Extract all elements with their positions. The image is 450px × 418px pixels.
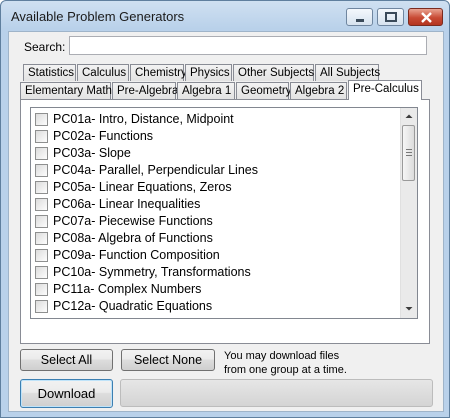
- list-item-label: PC07a- Piecewise Functions: [53, 214, 213, 228]
- tab-elementary-math[interactable]: Elementary Math: [20, 82, 112, 99]
- list-item-label: PC01a- Intro, Distance, Midpoint: [53, 112, 234, 126]
- checkbox[interactable]: [35, 249, 48, 262]
- checkbox[interactable]: [35, 113, 48, 126]
- tab-other-subjects[interactable]: Other Subjects: [233, 64, 314, 81]
- tab-statistics[interactable]: Statistics: [23, 64, 76, 81]
- list-item[interactable]: PC02a- Functions: [33, 128, 405, 145]
- download-note: You may download files from one group at…: [224, 349, 394, 377]
- list-item-label: PC04a- Parallel, Perpendicular Lines: [53, 163, 258, 177]
- title-bar[interactable]: Available Problem Generators: [1, 1, 449, 31]
- vertical-scrollbar[interactable]: [400, 108, 417, 318]
- download-button[interactable]: Download: [20, 379, 113, 408]
- list-item-label: PC05a- Linear Equations, Zeros: [53, 180, 232, 194]
- list-item-label: PC03a- Slope: [53, 146, 131, 160]
- note-line-1: You may download files: [224, 350, 340, 362]
- checkbox[interactable]: [35, 283, 48, 296]
- scrollbar-thumb[interactable]: [402, 125, 415, 181]
- checkbox[interactable]: [35, 300, 48, 313]
- list-item[interactable]: PC11a- Complex Numbers: [33, 281, 405, 298]
- close-icon: [421, 12, 432, 23]
- grip-line: [406, 152, 412, 153]
- checkbox[interactable]: [35, 164, 48, 177]
- grip-line: [406, 149, 412, 150]
- window-title: Available Problem Generators: [11, 9, 185, 24]
- list-item[interactable]: PC12a- Quadratic Equations: [33, 298, 405, 315]
- note-line-2: from one group at a time.: [224, 364, 347, 376]
- checkbox[interactable]: [35, 232, 48, 245]
- scroll-down-button[interactable]: [401, 301, 417, 317]
- tab-algebra-2[interactable]: Algebra 2: [290, 82, 347, 99]
- tab-chemistry[interactable]: Chemistry: [130, 64, 187, 81]
- list-item[interactable]: PC05a- Linear Equations, Zeros: [33, 179, 405, 196]
- list-item[interactable]: PC04a- Parallel, Perpendicular Lines: [33, 162, 405, 179]
- tab-calculus[interactable]: Calculus: [77, 64, 129, 81]
- grip-line: [406, 155, 412, 156]
- chevron-down-icon: [405, 307, 413, 311]
- app-window: Available Problem Generators Search: Sta…: [0, 0, 450, 418]
- select-all-button[interactable]: Select All: [20, 349, 113, 371]
- list-item[interactable]: PC10a- Symmetry, Transformations: [33, 264, 405, 281]
- list-item[interactable]: PC03a- Slope: [33, 145, 405, 162]
- list-item-label: PC02a- Functions: [53, 129, 154, 143]
- dialog-body: Search: Statistics Calculus Chemistry Ph…: [8, 31, 444, 412]
- close-button[interactable]: [408, 8, 443, 26]
- tab-geometry[interactable]: Geometry: [236, 82, 292, 99]
- search-label: Search:: [24, 40, 66, 54]
- minimize-button[interactable]: [346, 8, 373, 26]
- tab-physics[interactable]: Physics: [185, 64, 232, 81]
- list-item[interactable]: PC06a- Linear Inequalities: [33, 196, 405, 213]
- list-item[interactable]: PC01a- Intro, Distance, Midpoint: [33, 111, 405, 128]
- tab-all-subjects[interactable]: All Subjects: [315, 64, 380, 81]
- search-input[interactable]: [69, 36, 427, 55]
- tab-pre-algebra[interactable]: Pre-Algebra: [112, 82, 178, 99]
- list-item[interactable]: PC09a- Function Composition: [33, 247, 405, 264]
- generator-list[interactable]: PC01a- Intro, Distance, Midpoint PC02a- …: [30, 107, 418, 319]
- list-item-label: PC08a- Algebra of Functions: [53, 231, 213, 245]
- list-item[interactable]: PC07a- Piecewise Functions: [33, 213, 405, 230]
- tab-algebra-1[interactable]: Algebra 1: [177, 82, 235, 99]
- maximize-button[interactable]: [377, 8, 404, 26]
- checkbox[interactable]: [35, 147, 48, 160]
- list-item-label: PC10a- Symmetry, Transformations: [53, 265, 251, 279]
- tab-panel-pre-calculus: PC01a- Intro, Distance, Midpoint PC02a- …: [20, 99, 430, 344]
- minimize-icon: [356, 19, 364, 22]
- list-item-label: PC12a- Quadratic Equations: [53, 299, 213, 313]
- scroll-up-button[interactable]: [401, 108, 417, 124]
- checkbox[interactable]: [35, 266, 48, 279]
- checkbox[interactable]: [35, 198, 48, 211]
- checkbox[interactable]: [35, 215, 48, 228]
- list-item[interactable]: PC08a- Algebra of Functions: [33, 230, 405, 247]
- tab-pre-calculus[interactable]: Pre-Calculus: [348, 80, 422, 100]
- list-item-label: PC06a- Linear Inequalities: [53, 197, 201, 211]
- maximize-icon: [385, 12, 397, 22]
- checkbox[interactable]: [35, 130, 48, 143]
- list-item-label: PC09a- Function Composition: [53, 248, 220, 262]
- download-progress-bar: [120, 379, 433, 407]
- chevron-up-icon: [405, 114, 413, 118]
- list-item-label: PC11a- Complex Numbers: [53, 282, 202, 296]
- checkbox[interactable]: [35, 181, 48, 194]
- select-none-button[interactable]: Select None: [121, 349, 215, 371]
